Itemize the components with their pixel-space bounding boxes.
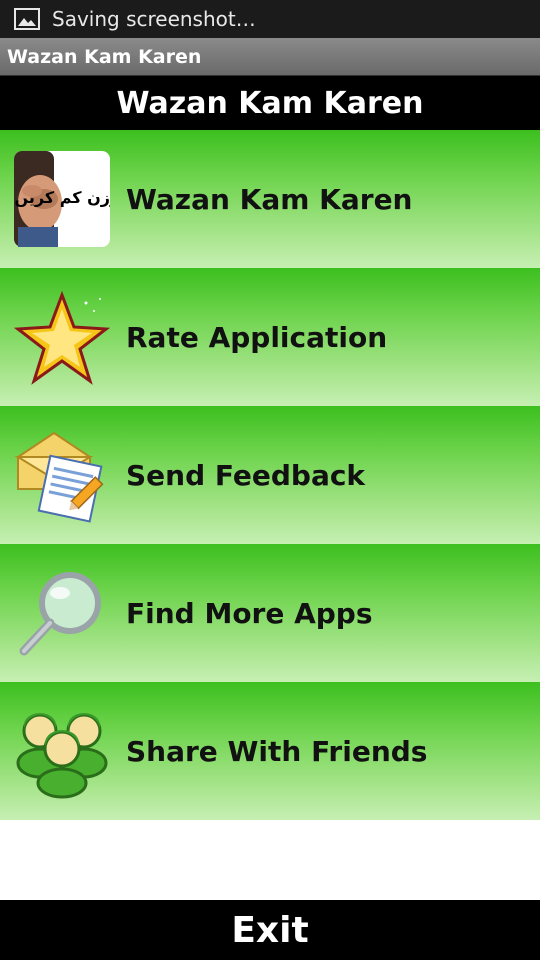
menu-item-label: Rate Application [126,320,388,354]
app-logo-icon: اپنا وزن کم کریں [14,151,110,247]
exit-label: Exit [231,909,309,951]
status-bar: Saving screenshot… [0,0,540,38]
page-title: Wazan Kam Karen [116,85,424,121]
app-logo-urdu-text: اپنا وزن کم کریں [14,188,110,208]
menu-item-label: Share With Friends [126,734,428,768]
exit-button[interactable]: Exit [0,900,540,960]
people-icon [14,703,110,799]
menu-item-rate-application[interactable]: Rate Application [0,268,540,406]
page-header: Wazan Kam Karen [0,76,540,130]
app-title: Wazan Kam Karen [7,45,202,68]
menu-item-label: Find More Apps [126,596,373,630]
main-menu: اپنا وزن کم کریں Wazan Kam Karen Rate Ap… [0,130,540,820]
status-text: Saving screenshot… [52,7,256,31]
menu-item-label: Wazan Kam Karen [126,182,413,216]
star-icon [14,289,110,385]
menu-item-label: Send Feedback [126,458,366,492]
menu-item-share-with-friends[interactable]: Share With Friends [0,682,540,820]
menu-item-send-feedback[interactable]: Send Feedback [0,406,540,544]
menu-item-find-more-apps[interactable]: Find More Apps [0,544,540,682]
image-icon [14,8,40,30]
magnifier-icon [14,565,110,661]
envelope-pencil-icon [14,427,110,523]
app-titlebar: Wazan Kam Karen [0,38,540,76]
menu-item-wazan-kam-karen[interactable]: اپنا وزن کم کریں Wazan Kam Karen [0,130,540,268]
